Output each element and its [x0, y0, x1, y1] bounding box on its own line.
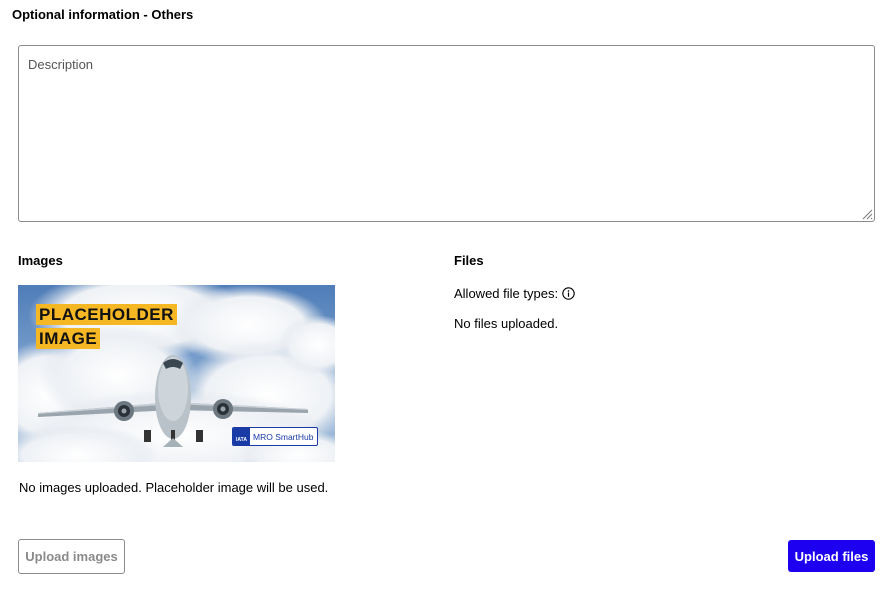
- placeholder-label-line2: IMAGE: [36, 328, 101, 349]
- info-icon[interactable]: [562, 287, 575, 300]
- placeholder-image: PLACEHOLDER IMAGE IATA MRO SmartHub: [18, 285, 335, 462]
- resize-handle-icon[interactable]: [861, 208, 873, 220]
- upload-files-button[interactable]: Upload files: [788, 540, 875, 572]
- description-textarea[interactable]: [18, 45, 875, 222]
- section-title: Optional information - Others: [12, 7, 194, 22]
- allowed-file-types: Allowed file types:: [454, 286, 575, 301]
- logo-text: MRO SmartHub: [253, 431, 314, 442]
- mro-smarthub-logo: IATA MRO SmartHub: [232, 427, 318, 446]
- files-heading: Files: [454, 253, 484, 268]
- upload-images-button[interactable]: Upload images: [18, 539, 125, 574]
- files-status-text: No files uploaded.: [454, 316, 559, 331]
- iata-logo-icon: IATA: [233, 428, 250, 445]
- allowed-file-types-label: Allowed file types:: [454, 286, 559, 301]
- images-status-text: No images uploaded. Placeholder image wi…: [19, 480, 329, 495]
- images-heading: Images: [18, 253, 63, 268]
- description-field-wrapper: [18, 45, 875, 222]
- placeholder-label-line1: PLACEHOLDER: [36, 304, 177, 325]
